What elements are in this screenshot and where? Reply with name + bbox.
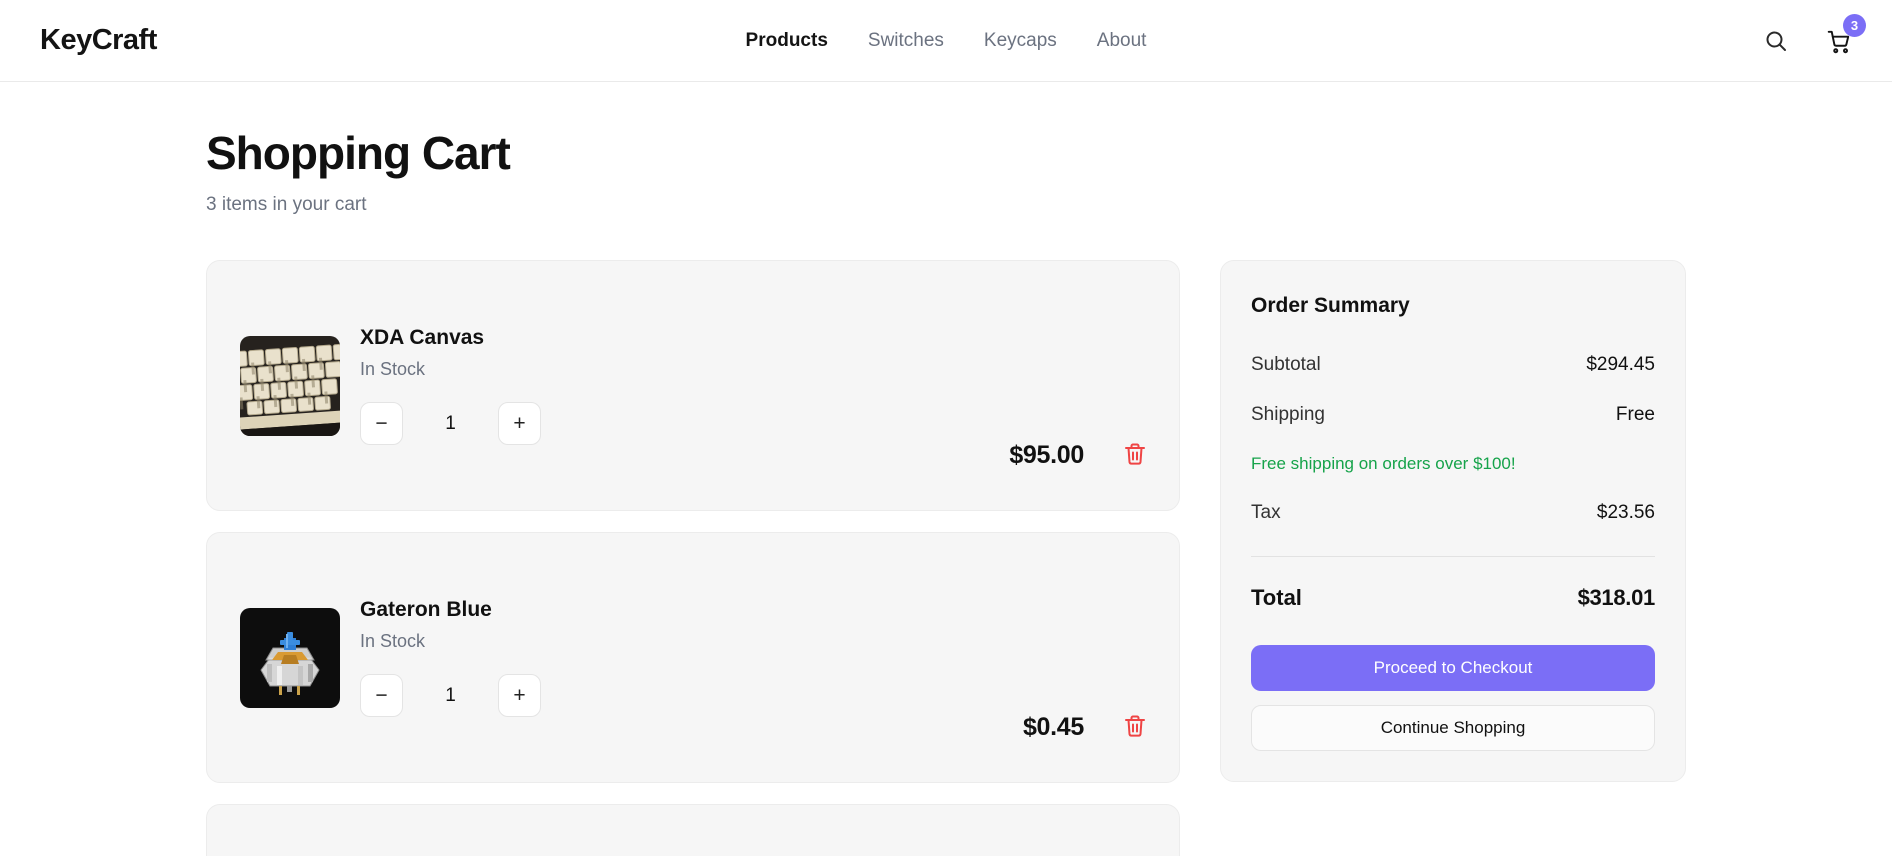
item-price: $95.00 [1009, 441, 1084, 470]
continue-shopping-button[interactable]: Continue Shopping [1251, 705, 1655, 751]
total-row: Total $318.01 [1251, 585, 1655, 611]
summary-divider [1251, 556, 1655, 557]
remove-item-button[interactable] [1124, 714, 1146, 741]
decrease-quantity-button[interactable]: − [360, 402, 403, 445]
subtotal-row: Subtotal $294.45 [1251, 354, 1655, 376]
brand-logo[interactable]: KeyCraft [40, 24, 157, 57]
subtotal-label: Subtotal [1251, 354, 1321, 376]
remove-item-button[interactable] [1124, 442, 1146, 469]
item-right: $0.45 [1023, 713, 1146, 742]
cart-item-partial [206, 804, 1180, 856]
trash-icon [1124, 714, 1146, 741]
header-actions: 3 [1764, 28, 1852, 54]
shipping-value: Free [1616, 404, 1655, 426]
quantity-value: 1 [403, 685, 498, 707]
header: KeyCraft Products Switches Keycaps About [0, 0, 1892, 82]
proceed-to-checkout-button[interactable]: Proceed to Checkout [1251, 645, 1655, 691]
item-right: $95.00 [1009, 441, 1146, 470]
product-image-switch [240, 608, 340, 708]
cart-count-badge: 3 [1843, 14, 1866, 37]
nav-item-about[interactable]: About [1097, 30, 1147, 52]
decrease-quantity-button[interactable]: − [360, 674, 403, 717]
tax-row: Tax $23.56 [1251, 502, 1655, 524]
main-nav: Products Switches Keycaps About [746, 0, 1147, 81]
quantity-stepper: − 1 + [360, 674, 541, 717]
order-summary-panel: Order Summary Subtotal $294.45 Shipping … [1220, 260, 1686, 782]
item-stock-status: In Stock [360, 359, 541, 380]
search-icon [1764, 29, 1788, 53]
nav-item-switches[interactable]: Switches [868, 30, 944, 52]
order-summary-title: Order Summary [1251, 294, 1655, 318]
shipping-row: Shipping Free [1251, 404, 1655, 426]
item-stock-status: In Stock [360, 631, 541, 652]
cart-item-count: 3 items in your cart [206, 194, 1686, 216]
free-shipping-note: Free shipping on orders over $100! [1251, 454, 1655, 474]
cart-list: XDA Canvas In Stock − 1 + $95.00 [206, 260, 1180, 856]
tax-label: Tax [1251, 502, 1281, 524]
cart-item-gateron-blue: Gateron Blue In Stock − 1 + $0.45 [206, 532, 1180, 783]
trash-icon [1124, 442, 1146, 469]
quantity-stepper: − 1 + [360, 402, 541, 445]
increase-quantity-button[interactable]: + [498, 674, 541, 717]
nav-item-products[interactable]: Products [746, 30, 828, 52]
total-value: $318.01 [1578, 585, 1655, 611]
product-image-keycaps [240, 336, 340, 436]
item-info: XDA Canvas In Stock − 1 + [360, 326, 541, 445]
item-name: Gateron Blue [360, 598, 541, 622]
subtotal-value: $294.45 [1586, 354, 1655, 376]
page: KeyCraft Products Switches Keycaps About [0, 0, 1892, 856]
main-content: Shopping Cart 3 items in your cart [206, 82, 1686, 856]
cart-button[interactable]: 3 [1826, 28, 1852, 54]
total-label: Total [1251, 585, 1302, 611]
item-name: XDA Canvas [360, 326, 541, 350]
search-button[interactable] [1764, 29, 1788, 53]
cart-item-xda-canvas: XDA Canvas In Stock − 1 + $95.00 [206, 260, 1180, 511]
item-info: Gateron Blue In Stock − 1 + [360, 598, 541, 717]
page-title: Shopping Cart [206, 126, 1686, 180]
increase-quantity-button[interactable]: + [498, 402, 541, 445]
item-price: $0.45 [1023, 713, 1084, 742]
nav-item-keycaps[interactable]: Keycaps [984, 30, 1057, 52]
tax-value: $23.56 [1597, 502, 1655, 524]
quantity-value: 1 [403, 413, 498, 435]
shipping-label: Shipping [1251, 404, 1325, 426]
